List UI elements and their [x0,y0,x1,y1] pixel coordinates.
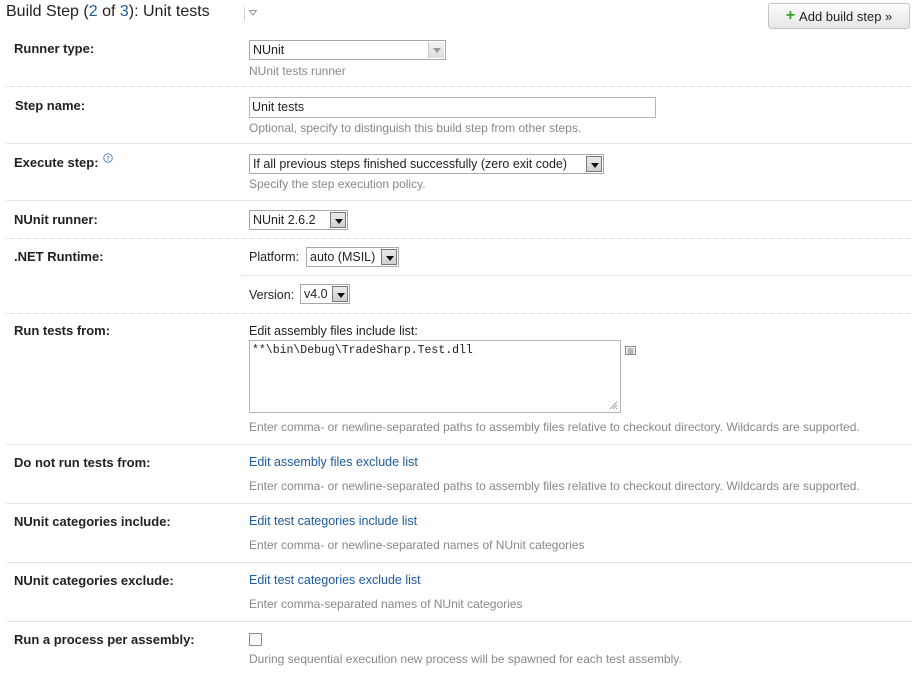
add-build-step-button[interactable]: + Add build step » [768,3,910,29]
include-list-textarea[interactable]: **\bin\Debug\TradeSharp.Test.dll [249,340,621,413]
chevron-down-icon [586,156,602,172]
version-select[interactable]: v4.0 [300,284,350,304]
runner-type-hint: NUnit tests runner [249,64,346,78]
edit-exclude-list-link[interactable]: Edit assembly files exclude list [249,455,418,469]
resize-grip-icon[interactable] [608,400,618,410]
chevron-down-icon [428,42,444,58]
run-tests-from-label: Run tests from: [14,323,111,338]
categories-exclude-label: NUnit categories exclude: [14,573,174,588]
process-per-assembly-checkbox[interactable] [249,633,262,646]
edit-categories-exclude-link[interactable]: Edit test categories exclude list [249,573,421,587]
chevron-down-icon [249,10,257,16]
runner-type-value: NUnit [253,43,285,57]
svg-text:?: ? [106,155,110,163]
step-current-link[interactable]: 2 [89,3,98,20]
categories-exclude-hint: Enter comma-separated names of NUnit cat… [249,597,523,611]
divider [6,238,911,239]
step-name-input[interactable]: Unit tests [249,97,656,118]
add-build-step-label: Add build step » [799,8,893,24]
divider [6,444,911,445]
divider [6,86,911,87]
process-per-assembly-label: Run a process per assembly: [14,632,195,647]
chevron-down-icon [330,212,346,228]
categories-include-label: NUnit categories include: [14,514,171,529]
step-total-link[interactable]: 3 [120,3,129,20]
runner-type-select[interactable]: NUnit [249,40,446,60]
edit-categories-include-link[interactable]: Edit test categories include list [249,514,417,528]
list-icon[interactable] [625,346,636,355]
categories-include-hint: Enter comma- or newline-separated names … [249,538,585,552]
title-menu-toggle[interactable] [244,7,259,21]
step-name-hint: Optional, specify to distinguish this bu… [249,121,582,135]
plus-icon: + [785,7,796,24]
platform-select[interactable]: auto (MSIL) [306,247,399,267]
divider [6,313,911,314]
nunit-runner-label: NUnit runner: [14,212,98,227]
execute-step-label: Execute step: [14,155,99,170]
nunit-runner-value: NUnit 2.6.2 [253,213,316,227]
do-not-run-tests-from-hint: Enter comma- or newline-separated paths … [249,479,860,493]
divider [6,143,911,144]
step-name-label: Step name: [15,98,86,113]
divider [6,621,911,622]
execute-step-hint: Specify the step execution policy. [249,177,426,191]
execute-step-value: If all previous steps finished successfu… [253,157,568,171]
process-per-assembly-hint: During sequential execution new process … [249,652,682,666]
include-list-value: **\bin\Debug\TradeSharp.Test.dll [252,344,473,357]
nunit-runner-select[interactable]: NUnit 2.6.2 [249,210,348,230]
page-title: Build Step (2 of 3): Unit tests [6,3,210,20]
divider [6,503,911,504]
platform-label: Platform: [249,250,300,264]
do-not-run-tests-from-label: Do not run tests from: [14,455,151,470]
execute-step-select[interactable]: If all previous steps finished successfu… [249,154,604,174]
version-label: Version: [249,288,295,302]
version-value: v4.0 [304,287,328,301]
include-list-caption: Edit assembly files include list: [249,324,418,338]
net-runtime-label: .NET Runtime: [14,249,104,264]
chevron-down-icon [332,286,348,302]
divider [241,275,911,276]
divider [6,562,911,563]
run-tests-from-hint: Enter comma- or newline-separated paths … [249,420,860,434]
divider [6,200,911,201]
chevron-down-icon [381,249,397,265]
platform-value: auto (MSIL) [310,250,376,264]
question-circle-icon[interactable]: ? [103,153,113,163]
runner-type-label: Runner type: [14,41,95,56]
